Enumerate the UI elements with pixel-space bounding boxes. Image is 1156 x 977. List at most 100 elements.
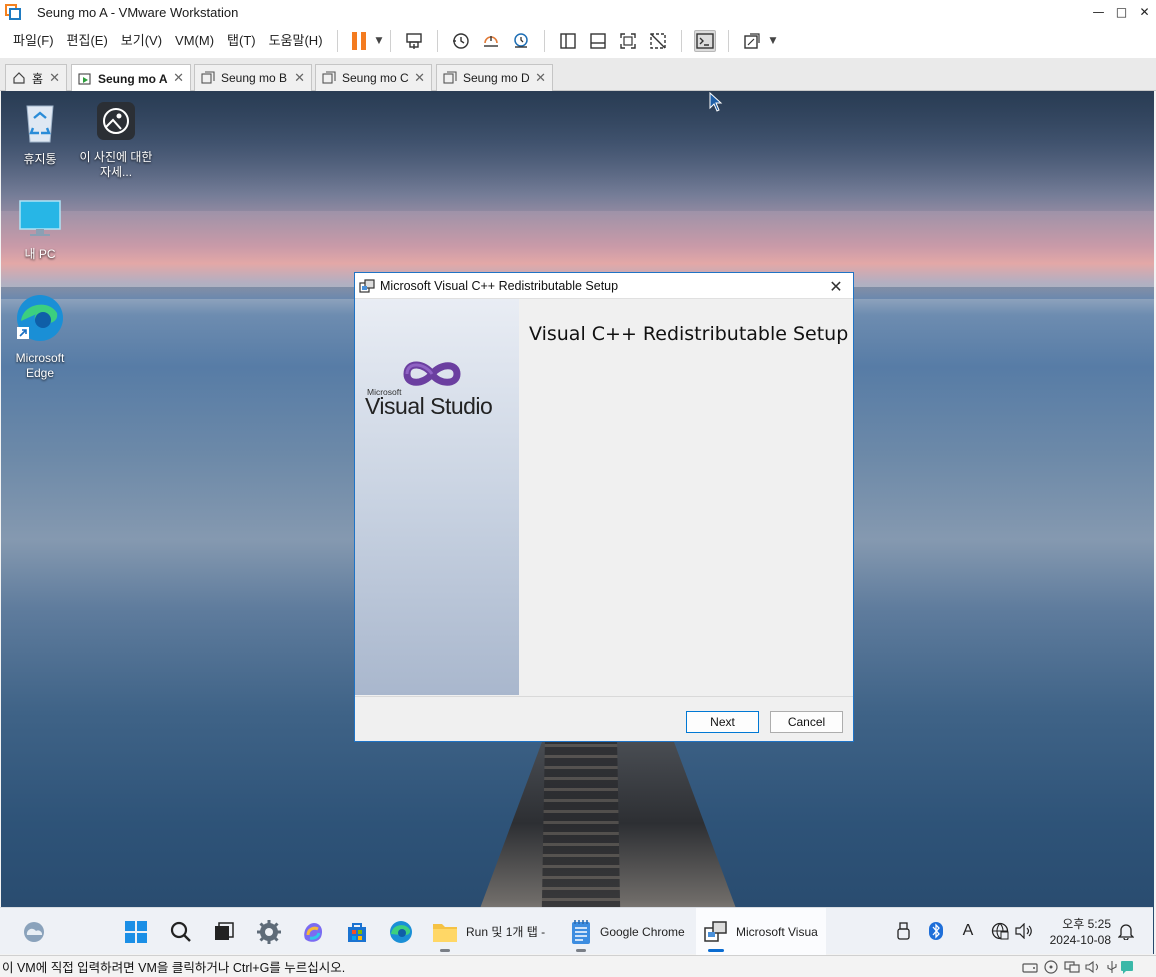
ime-indicator[interactable]: A <box>958 921 978 941</box>
installer-icon <box>704 920 727 942</box>
close-window-button[interactable]: ✕ <box>1133 0 1156 24</box>
minimize-button[interactable]: — <box>1087 0 1110 24</box>
notepad-icon <box>572 919 590 944</box>
tab-label: Seung mo A <box>98 71 168 86</box>
menu-file[interactable]: 파일(F) <box>7 29 60 53</box>
sound-card-icon[interactable] <box>1085 960 1101 974</box>
message-log-icon[interactable] <box>1120 960 1136 974</box>
this-pc-icon <box>2 199 78 243</box>
full-screen-icon[interactable] <box>617 30 639 52</box>
dialog-content: Visual C++ Redistributable Setup <box>519 299 853 695</box>
vm-icon <box>322 71 336 85</box>
desktop-icon-recycle-bin[interactable]: 휴지통 <box>2 100 78 167</box>
taskbar-app-chrome[interactable]: Google Chrome <box>570 908 685 955</box>
next-button[interactable]: Next <box>686 711 759 733</box>
edge-icon <box>390 920 412 943</box>
toolbar-separator <box>390 30 392 52</box>
title-bar: Seung mo A - VMware Workstation — □ ✕ <box>0 0 1156 24</box>
vm-tab-strip: 홈 ✕ Seung mo A ✕ Seung mo B ✕ Seung mo C… <box>0 58 1156 92</box>
pause-icon[interactable] <box>351 32 366 50</box>
setup-dialog: Microsoft Visual C++ Redistributable Set… <box>354 272 854 742</box>
tab-close-icon[interactable]: ✕ <box>414 70 425 86</box>
stretch-dropdown-chevron-icon[interactable]: ▼ <box>769 36 776 46</box>
dialog-close-icon[interactable]: ✕ <box>827 277 845 296</box>
desktop-icon-picture-info[interactable]: 이 사진에 대한 자세... <box>78 100 154 180</box>
dialog-side-banner: Microsoft Visual Studio <box>355 299 519 695</box>
toolbar-separator <box>437 30 439 52</box>
tab-close-icon[interactable]: ✕ <box>294 70 305 86</box>
hard-disk-icon[interactable] <box>1022 960 1038 974</box>
tab-seung-mo-c[interactable]: Seung mo C ✕ <box>315 64 432 91</box>
tab-home[interactable]: 홈 ✕ <box>5 64 67 91</box>
system-clock[interactable]: 오후 5:25 2024-10-08 <box>1050 916 1111 948</box>
task-view-button[interactable] <box>212 908 236 955</box>
window-title: Seung mo A - VMware Workstation <box>37 4 239 20</box>
picture-info-icon <box>78 100 154 146</box>
snapshot-icon[interactable] <box>450 30 472 52</box>
settings-button[interactable] <box>256 908 282 955</box>
desktop-icon-this-pc[interactable]: 내 PC <box>2 199 78 262</box>
tab-close-icon[interactable]: ✕ <box>535 70 546 86</box>
clock-time: 오후 5:25 <box>1062 917 1111 931</box>
desktop-icon-label: 휴지통 <box>23 152 57 166</box>
cd-dvd-icon[interactable] <box>1043 960 1059 974</box>
infinity-icon <box>403 361 461 386</box>
widgets-button[interactable] <box>22 908 46 955</box>
tab-seung-mo-b[interactable]: Seung mo B ✕ <box>194 64 312 91</box>
tab-seung-mo-d[interactable]: Seung mo D ✕ <box>436 64 553 91</box>
clock-date: 2024-10-08 <box>1049 933 1111 947</box>
desktop-icon-label: Microsoft Edge <box>15 351 65 380</box>
usb-icon[interactable] <box>894 921 914 941</box>
start-button[interactable] <box>124 908 148 955</box>
running-indicator <box>576 949 586 952</box>
home-icon <box>12 71 26 85</box>
desktop-icon-edge[interactable]: Microsoft Edge <box>2 293 78 381</box>
wallpaper-clouds <box>1 91 1154 211</box>
taskbar-app-label: Microsoft Visua <box>736 924 818 939</box>
tab-close-icon[interactable]: ✕ <box>49 70 60 86</box>
pause-dropdown-chevron-icon[interactable]: ▼ <box>376 36 383 46</box>
send-ctrl-alt-del-icon[interactable] <box>403 30 425 52</box>
store-button[interactable] <box>344 908 370 955</box>
revert-snapshot-icon[interactable] <box>480 30 502 52</box>
windows-start-icon <box>125 920 147 943</box>
visual-studio-logo: Microsoft Visual Studio <box>365 357 515 427</box>
taskbar-app-visual-cpp-setup[interactable]: Microsoft Visua <box>696 908 826 955</box>
console-view-icon[interactable] <box>694 30 717 52</box>
usb-device-icon[interactable] <box>1104 960 1120 974</box>
menu-tabs[interactable]: 탭(T) <box>221 29 262 53</box>
tab-seung-mo-a[interactable]: Seung mo A ✕ <box>71 64 191 92</box>
stretch-guest-icon[interactable] <box>741 30 763 52</box>
store-icon <box>348 922 366 942</box>
thumbnail-bar-icon[interactable] <box>587 30 609 52</box>
mouse-cursor-icon <box>709 92 723 112</box>
edge-taskbar-button[interactable] <box>388 908 414 955</box>
vm-running-icon <box>78 72 92 86</box>
notification-bell-icon[interactable] <box>1116 921 1136 941</box>
search-button[interactable] <box>169 908 193 955</box>
menu-view[interactable]: 보기(V) <box>115 29 168 53</box>
taskbar-app-label: Run 및 1개 탭 - <box>466 925 546 939</box>
network-icon[interactable] <box>990 921 1010 941</box>
snapshot-manager-icon[interactable] <box>510 30 532 52</box>
copilot-button[interactable] <box>300 908 326 955</box>
unity-icon[interactable] <box>647 30 669 52</box>
maximize-button[interactable]: □ <box>1110 0 1133 24</box>
bluetooth-icon[interactable] <box>926 921 946 941</box>
guest-taskbar: Run 및 1개 탭 - Google Chrome Microsoft Vis… <box>0 907 1153 955</box>
tab-label: Seung mo C <box>342 71 409 85</box>
taskbar-app-label: Google Chrome <box>600 924 685 939</box>
tab-close-icon[interactable]: ✕ <box>173 70 184 86</box>
menu-edit[interactable]: 편집(E) <box>61 29 114 53</box>
show-library-icon[interactable] <box>557 30 579 52</box>
taskbar-app-explorer[interactable]: Run 및 1개 탭 - <box>432 908 545 955</box>
tab-label: 홈 <box>32 71 44 86</box>
volume-icon[interactable] <box>1014 921 1034 941</box>
vmware-app-icon <box>5 4 21 20</box>
cancel-button[interactable]: Cancel <box>770 711 843 733</box>
menu-vm[interactable]: VM(M) <box>169 29 220 53</box>
network-adapter-icon[interactable] <box>1064 960 1080 974</box>
toolbar-separator <box>336 30 338 52</box>
vm-icon <box>201 71 215 85</box>
menu-help[interactable]: 도움말(H) <box>263 29 329 53</box>
